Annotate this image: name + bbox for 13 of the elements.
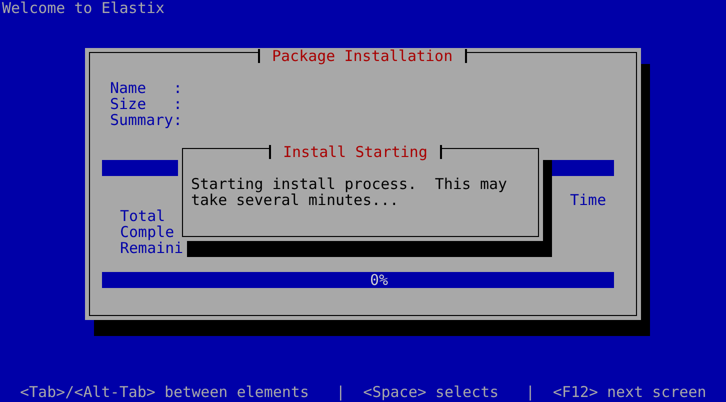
field-label: Summary: — [110, 112, 182, 128]
row-label: Remaini — [120, 239, 184, 257]
row-label: Total — [120, 207, 166, 225]
row-label: Comple — [120, 223, 174, 241]
dialog-title: Package Installation — [258, 49, 467, 63]
dialog-title: Install Starting — [269, 145, 442, 159]
status-text: <Tab>/<Alt-Tab> between elements | <Space> selects | <F12> next screen — [19, 384, 706, 400]
dialog-message: Starting install process. This may take several minutes... — [191, 176, 508, 208]
column-header: Time — [570, 191, 606, 209]
screen-title: Welcome to Elastix — [1, 0, 166, 16]
progress-reading: 0% — [370, 272, 388, 288]
field-label: Name : — [110, 80, 182, 96]
field-label: Size : — [110, 96, 182, 112]
